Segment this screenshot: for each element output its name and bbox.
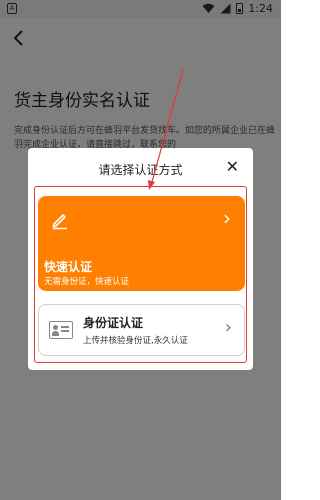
- id-card-icon: [49, 321, 73, 339]
- dialog-title: 请选择认证方式: [98, 163, 183, 177]
- fast-auth-title: 快速认证: [44, 260, 93, 274]
- id-card-auth-subtitle: 上传并核验身份证,永久认证: [83, 336, 188, 346]
- close-icon[interactable]: ✕: [226, 157, 239, 176]
- id-card-auth-option[interactable]: 身份证认证 上传并核验身份证,永久认证 ›: [38, 304, 245, 356]
- auth-method-dialog: 请选择认证方式 ✕ › 快速认证 无需身份证，快速认证 身份证认证 上传并核验身…: [28, 148, 253, 370]
- chevron-right-icon: ›: [224, 317, 232, 338]
- edit-icon: [52, 213, 67, 230]
- chevron-right-icon: ›: [223, 206, 231, 230]
- id-card-auth-title: 身份证认证: [83, 316, 144, 330]
- fast-auth-subtitle: 无需身份证，快速认证: [44, 277, 130, 287]
- fast-auth-option[interactable]: › 快速认证 无需身份证，快速认证: [38, 196, 245, 291]
